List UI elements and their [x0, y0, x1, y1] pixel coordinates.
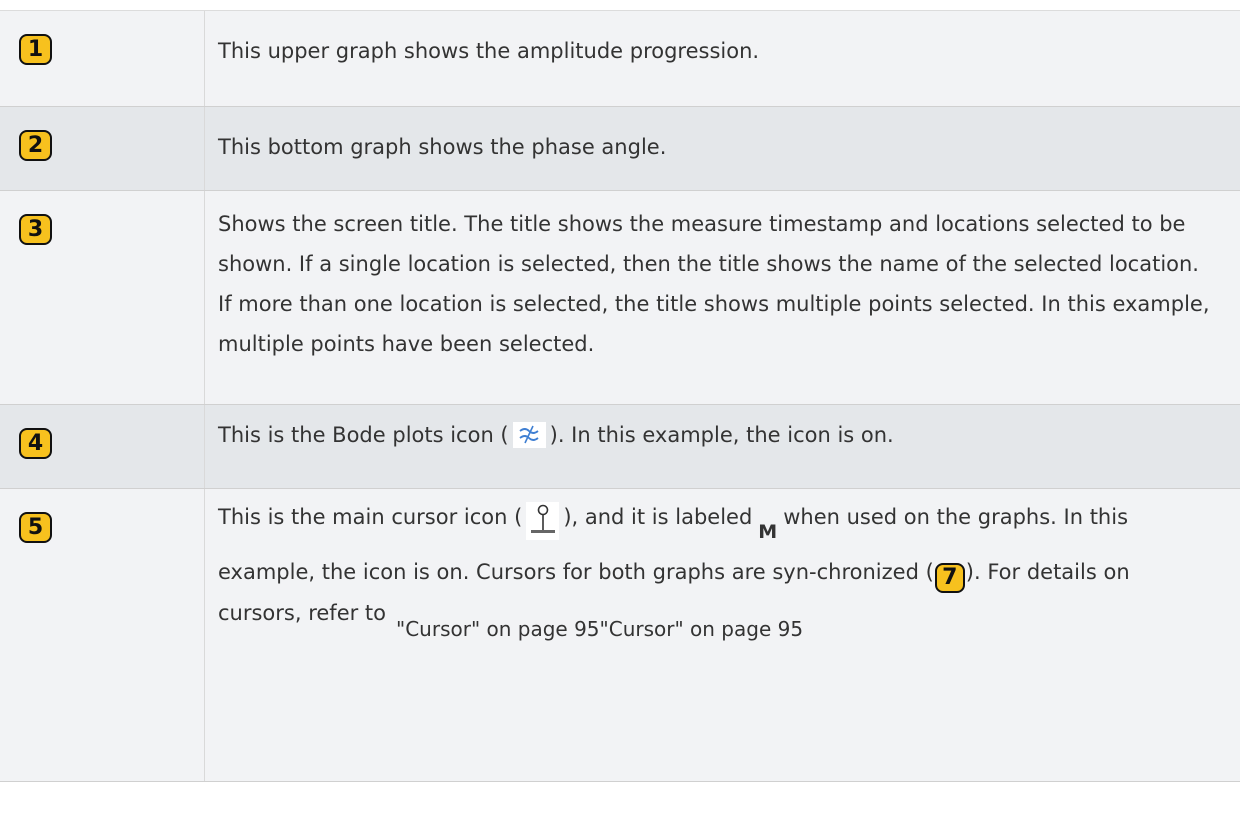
sync-cursors-badge: 7: [934, 563, 965, 593]
callout-description: Shows the screen title. The title shows …: [218, 212, 1210, 356]
callout-number-cell: 3: [0, 191, 205, 404]
callout-badge: 1: [19, 34, 52, 65]
table-row: 4 This is the Bode plots icon ( ). In thi…: [0, 405, 1240, 489]
callout-badge: 4: [19, 428, 52, 459]
description-text: ). In this example, the icon is on.: [549, 423, 894, 447]
table-row: 3 Shows the screen title. The title show…: [0, 191, 1240, 405]
cursor-page-link[interactable]: "Cursor" on page 95"Cursor" on page 95: [396, 609, 803, 649]
description-text: ), and it is labeled: [563, 505, 753, 529]
callout-description: This bottom graph shows the phase angle.: [218, 135, 667, 159]
callout-badge: 5: [19, 512, 52, 543]
table-row: 2 This bottom graph shows the phase angl…: [0, 107, 1240, 191]
callout-number-cell: 2: [0, 107, 205, 190]
table-row: 5 This is the main cursor icon ( ), and i…: [0, 489, 1240, 782]
description-text: This is the Bode plots icon (: [218, 423, 509, 447]
callout-description: This is the main cursor icon ( ), and it …: [205, 489, 1240, 781]
table-row: 1 This upper graph shows the amplitude p…: [0, 11, 1240, 107]
bode-plots-icon: [512, 422, 546, 448]
callout-badge: 3: [19, 214, 52, 245]
description-text: This is the main cursor icon (: [218, 505, 523, 529]
main-cursor-label: M: [758, 521, 778, 543]
callout-description: This is the Bode plots icon ( ). In this …: [205, 405, 1240, 488]
callout-badge: 2: [19, 130, 52, 161]
main-cursor-icon: [526, 502, 560, 540]
callout-number-cell: 4: [0, 405, 205, 488]
callout-number-cell: 5: [0, 489, 205, 781]
callout-table: 1 This upper graph shows the amplitude p…: [0, 10, 1240, 782]
callout-number-cell: 1: [0, 11, 205, 106]
callout-description: This upper graph shows the amplitude pro…: [218, 39, 760, 63]
